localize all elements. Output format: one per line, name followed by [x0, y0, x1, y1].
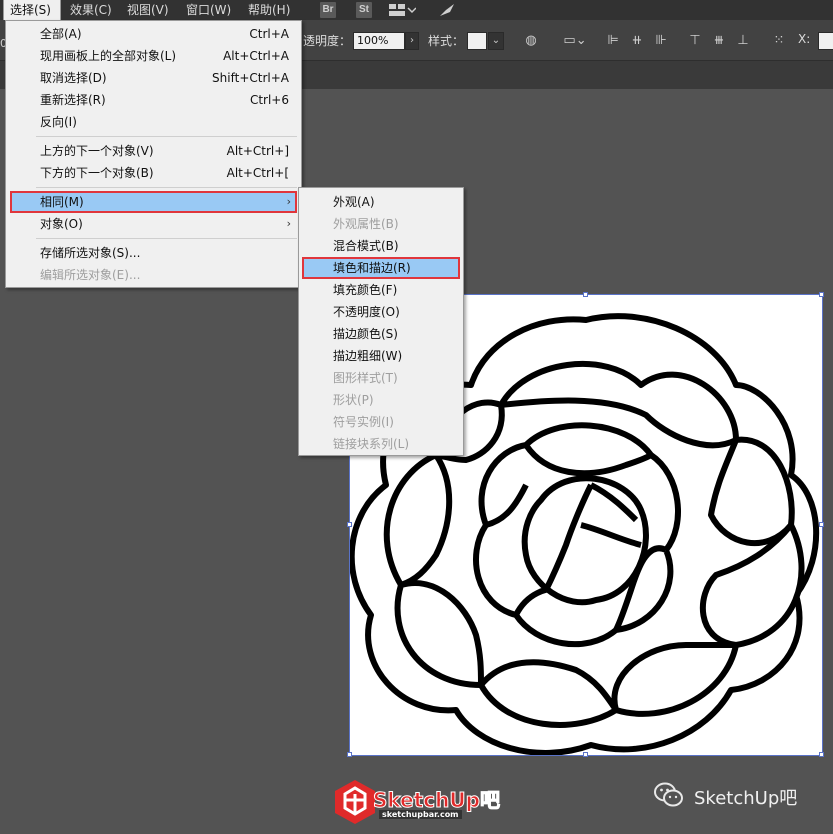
- selection-handle-bottom-left[interactable]: [347, 752, 352, 757]
- submenu-arrow-icon: ›: [286, 217, 291, 230]
- selection-handle-bottom-center[interactable]: [583, 752, 588, 757]
- submenu-item-symbol-instance[interactable]: 符号实例(I): [299, 411, 463, 433]
- submenu-item-graphic-style[interactable]: 图形样式(T): [299, 367, 463, 389]
- menu-separator: [36, 136, 297, 137]
- submenu-item-blending-mode[interactable]: 混合模式(B): [299, 235, 463, 257]
- menu-help[interactable]: 帮助(H): [248, 0, 290, 20]
- stock-icon[interactable]: St: [356, 2, 372, 18]
- opacity-input[interactable]: 100%: [353, 32, 405, 50]
- menu-bar: 选择(S) 效果(C) 视图(V) 窗口(W) 帮助(H) Br St: [0, 0, 833, 21]
- menu-select[interactable]: 选择(S): [3, 0, 61, 21]
- bridge-icon[interactable]: Br: [320, 2, 336, 18]
- same-submenu: 外观(A) 外观属性(B) 混合模式(B) 填色和描边(R) 填充颜色(F) 不…: [298, 187, 464, 456]
- opacity-dropdown-button[interactable]: ›: [405, 32, 419, 50]
- sketchupbar-logo-icon: [335, 780, 375, 824]
- sketchupbar-logo: SketchUp吧 sketchupbar.com: [333, 778, 503, 828]
- selection-handle-bottom-right[interactable]: [819, 752, 824, 757]
- transform-reference-icon[interactable]: ⁙: [770, 32, 788, 50]
- submenu-item-appearance-attribute[interactable]: 外观属性(B): [299, 213, 463, 235]
- select-dropdown-menu: 全部(A) Ctrl+A 现用画板上的全部对象(L) Alt+Ctrl+A 取消选择…: [5, 20, 302, 288]
- menu-item-select-all[interactable]: 全部(A) Ctrl+A: [6, 23, 301, 45]
- align-bottom-icon[interactable]: ⊥: [734, 32, 752, 50]
- menu-item-save-selection[interactable]: 存储所选对象(S)...: [6, 242, 301, 264]
- menu-separator: [36, 238, 297, 239]
- align-right-icon[interactable]: ⊪: [652, 32, 670, 50]
- publish-icon[interactable]: [438, 2, 456, 18]
- style-swatch[interactable]: [467, 32, 487, 50]
- selection-handle-top-center[interactable]: [583, 292, 588, 297]
- selection-handle-middle-left[interactable]: [347, 522, 352, 527]
- wechat-account-label: SketchUp吧: [694, 788, 798, 809]
- x-coordinate-label: X:: [798, 32, 811, 46]
- style-label: 样式：: [428, 34, 465, 48]
- x-coordinate-input[interactable]: [818, 32, 833, 50]
- sketchupbar-logo-text: SketchUp吧: [373, 788, 501, 813]
- workspace-layout-icon[interactable]: [388, 2, 417, 18]
- menu-item-next-object-below[interactable]: 下方的下一个对象(B) Alt+Ctrl+[: [6, 162, 301, 184]
- submenu-item-fill-color[interactable]: 填充颜色(F): [299, 279, 463, 301]
- submenu-item-opacity[interactable]: 不透明度(O): [299, 301, 463, 323]
- align-top-icon[interactable]: ⊤: [686, 32, 704, 50]
- submenu-arrow-icon: ›: [286, 195, 291, 208]
- submenu-item-link-block-series[interactable]: 链接块系列(L): [299, 433, 463, 455]
- style-dropdown-button[interactable]: ⌄: [488, 32, 504, 50]
- selection-handle-top-right[interactable]: [819, 292, 824, 297]
- recolor-artwork-icon[interactable]: ◍: [522, 32, 540, 50]
- submenu-item-stroke-weight[interactable]: 描边粗细(W): [299, 345, 463, 367]
- wechat-icon: [654, 781, 684, 809]
- menu-view[interactable]: 视图(V): [127, 0, 169, 20]
- align-left-icon[interactable]: ⊫: [604, 32, 622, 50]
- menu-item-same[interactable]: 相同(M) ›: [10, 191, 297, 213]
- opacity-label: 透明度：: [303, 34, 352, 48]
- menu-item-inverse[interactable]: 反向(I): [6, 111, 301, 133]
- sketchupbar-logo-url: sketchupbar.com: [379, 810, 462, 819]
- menu-effect[interactable]: 效果(C): [70, 0, 112, 20]
- menu-separator: [36, 187, 297, 188]
- submenu-item-fill-and-stroke[interactable]: 填色和描边(R): [302, 257, 460, 279]
- menu-item-object[interactable]: 对象(O) ›: [6, 213, 301, 235]
- menu-item-next-object-above[interactable]: 上方的下一个对象(V) Alt+Ctrl+]: [6, 140, 301, 162]
- submenu-item-shape[interactable]: 形状(P): [299, 389, 463, 411]
- selection-handle-middle-right[interactable]: [819, 522, 824, 527]
- align-vertical-center-icon[interactable]: ⧻: [710, 32, 728, 50]
- menu-window[interactable]: 窗口(W): [186, 0, 231, 20]
- menu-item-reselect[interactable]: 重新选择(R) Ctrl+6: [6, 89, 301, 111]
- menu-item-select-all-on-artboard[interactable]: 现用画板上的全部对象(L) Alt+Ctrl+A: [6, 45, 301, 67]
- align-to-icon[interactable]: ▭⌄: [562, 32, 588, 50]
- align-horizontal-center-icon[interactable]: ⧺: [628, 32, 646, 50]
- menu-item-edit-selection[interactable]: 编辑所选对象(E)...: [6, 264, 301, 286]
- menu-item-deselect[interactable]: 取消选择(D) Shift+Ctrl+A: [6, 67, 301, 89]
- submenu-item-appearance[interactable]: 外观(A): [299, 191, 463, 213]
- submenu-item-stroke-color[interactable]: 描边颜色(S): [299, 323, 463, 345]
